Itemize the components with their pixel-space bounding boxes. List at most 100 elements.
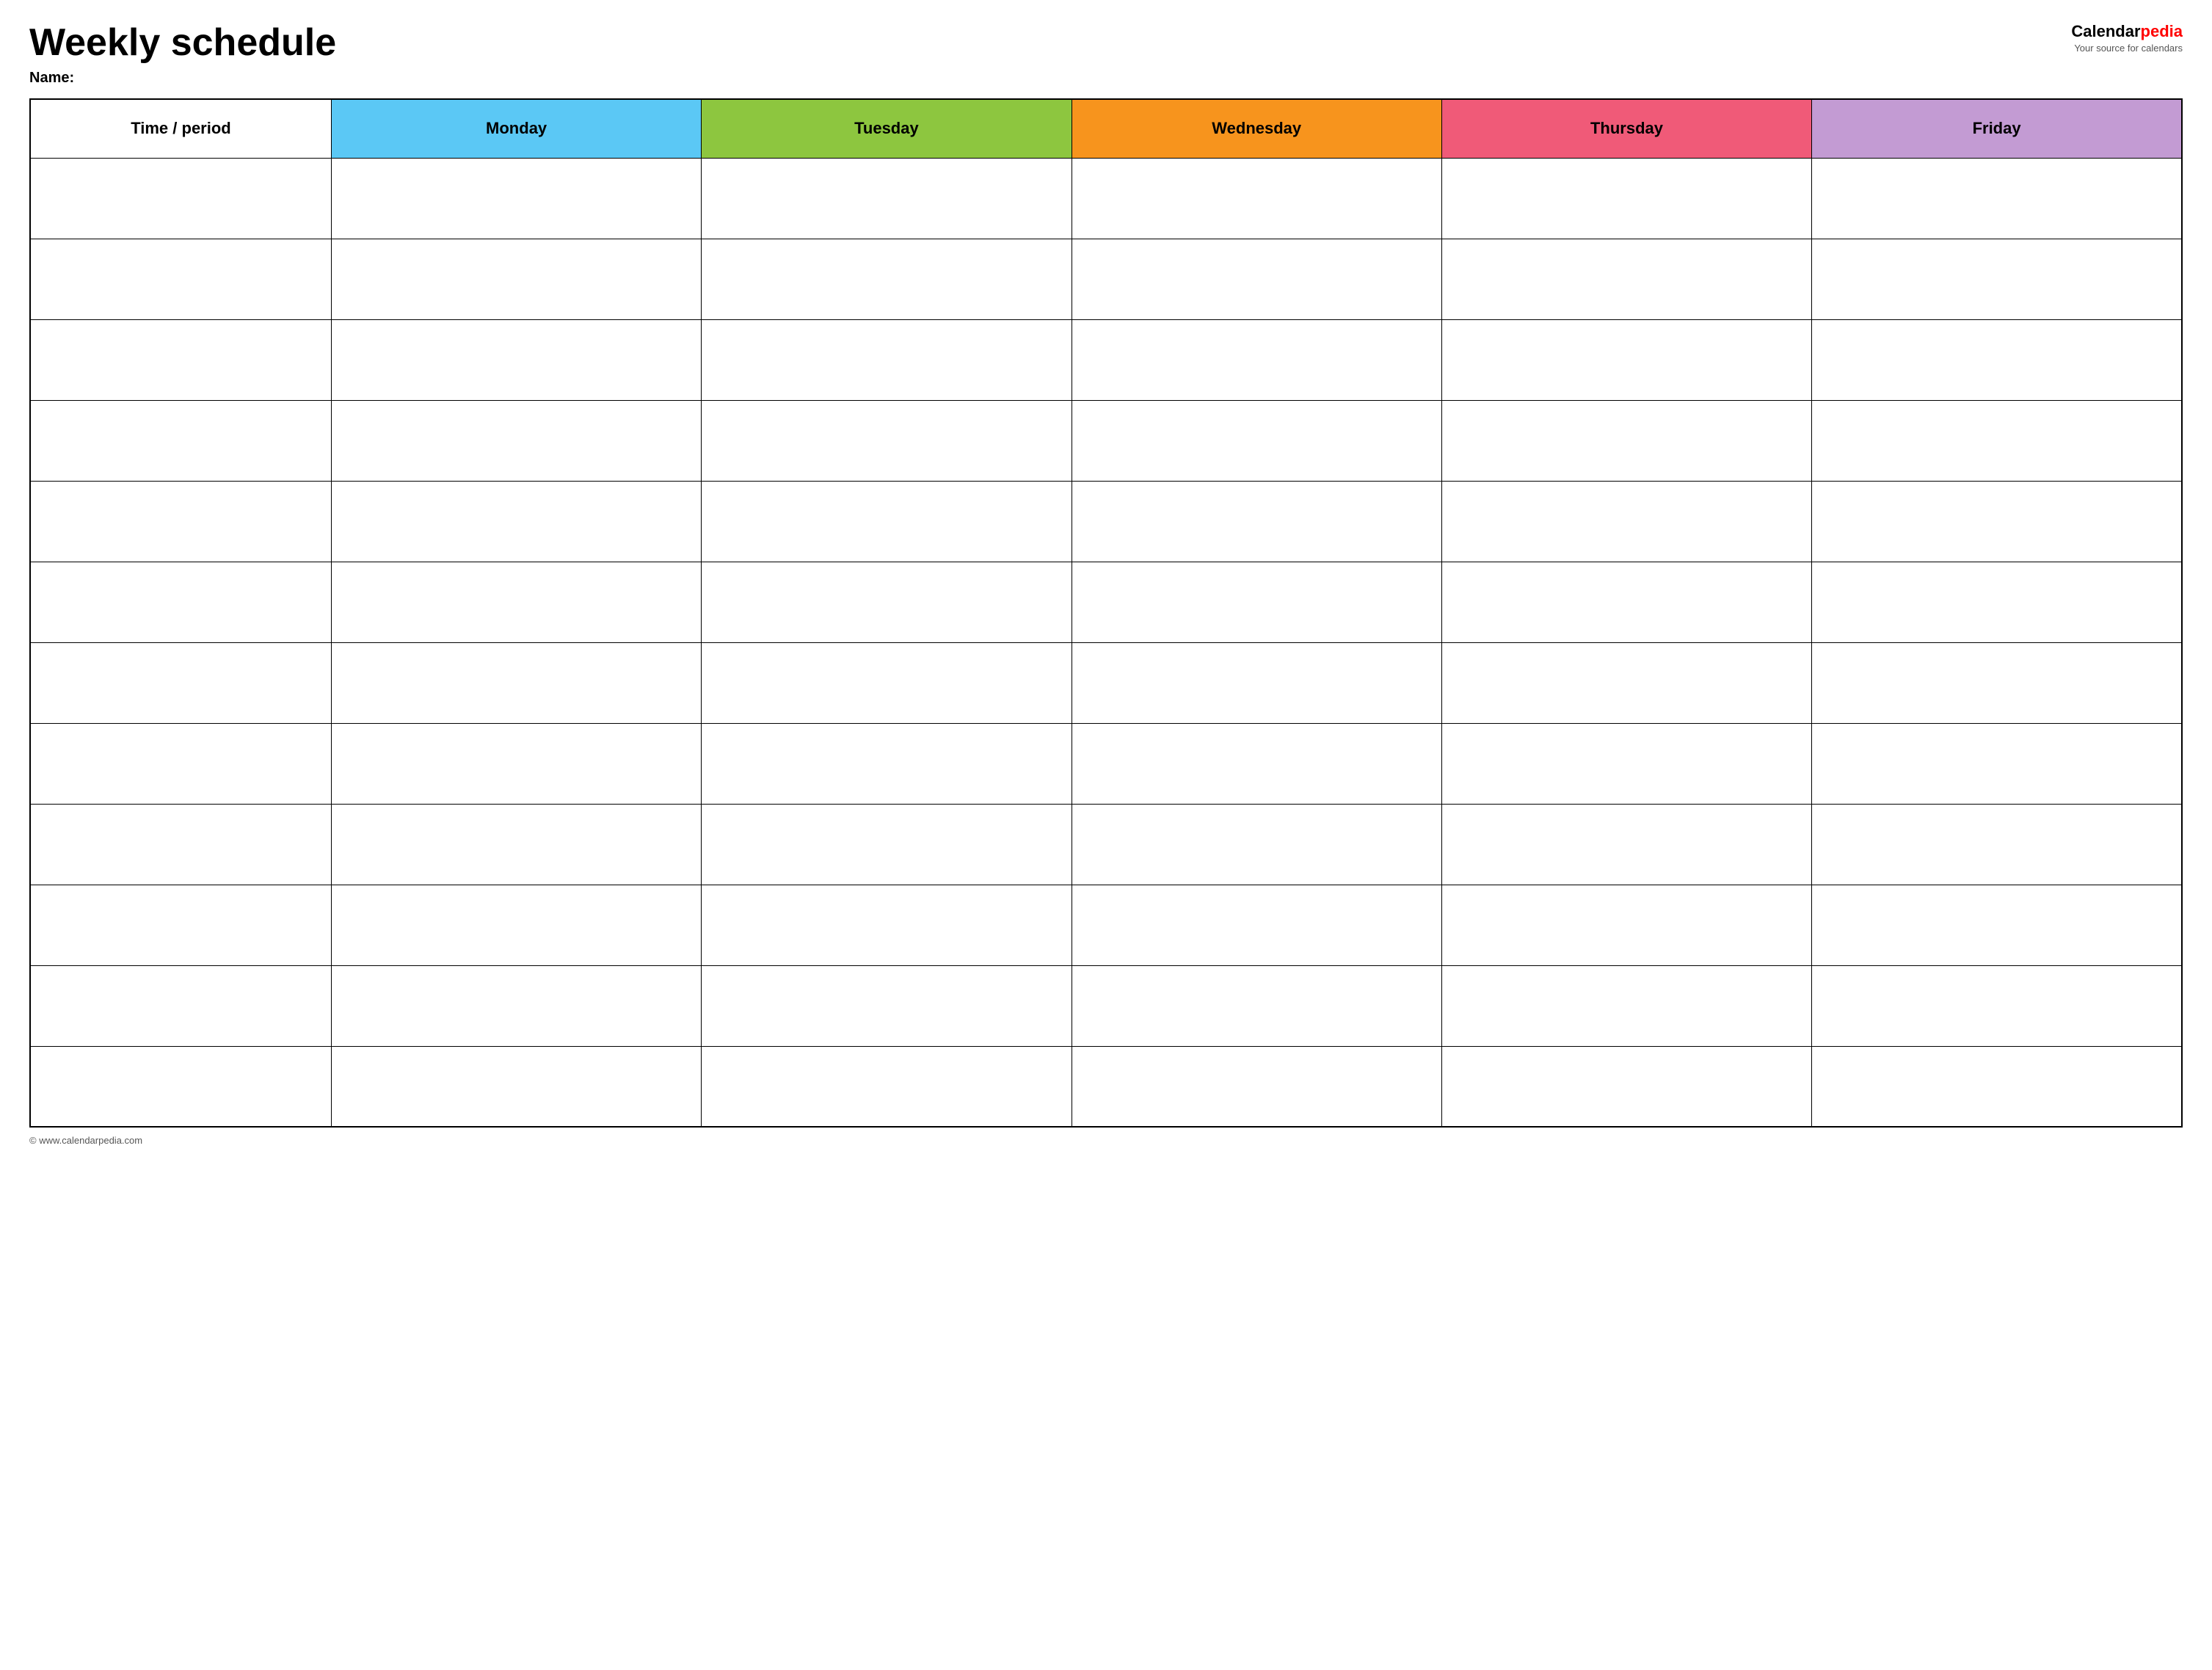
schedule-cell[interactable]	[331, 239, 701, 319]
schedule-cell[interactable]	[331, 642, 701, 723]
schedule-cell[interactable]	[1441, 642, 1811, 723]
schedule-cell[interactable]	[1072, 400, 1441, 481]
table-row	[30, 1046, 2182, 1127]
schedule-cell[interactable]	[1072, 319, 1441, 400]
schedule-cell[interactable]	[702, 158, 1072, 239]
schedule-cell[interactable]	[1072, 562, 1441, 642]
schedule-cell[interactable]	[1812, 562, 2182, 642]
time-cell[interactable]	[30, 319, 331, 400]
time-cell[interactable]	[30, 642, 331, 723]
schedule-cell[interactable]	[1441, 562, 1811, 642]
schedule-cell[interactable]	[1812, 965, 2182, 1046]
col-header-wednesday: Wednesday	[1072, 99, 1441, 158]
page-title: Weekly schedule	[29, 22, 2056, 64]
schedule-cell[interactable]	[1441, 804, 1811, 885]
schedule-cell[interactable]	[702, 319, 1072, 400]
time-cell[interactable]	[30, 158, 331, 239]
schedule-cell[interactable]	[1441, 723, 1811, 804]
schedule-cell[interactable]	[702, 562, 1072, 642]
table-row	[30, 885, 2182, 965]
schedule-cell[interactable]	[1441, 239, 1811, 319]
schedule-cell[interactable]	[1072, 804, 1441, 885]
schedule-cell[interactable]	[702, 885, 1072, 965]
schedule-cell[interactable]	[331, 481, 701, 562]
col-header-friday: Friday	[1812, 99, 2182, 158]
schedule-cell[interactable]	[1072, 885, 1441, 965]
schedule-cell[interactable]	[1812, 885, 2182, 965]
schedule-cell[interactable]	[1441, 319, 1811, 400]
logo-section: Calendarpedia Your source for calendars	[2071, 22, 2183, 54]
schedule-cell[interactable]	[702, 400, 1072, 481]
schedule-cell[interactable]	[331, 804, 701, 885]
schedule-cell[interactable]	[331, 158, 701, 239]
schedule-cell[interactable]	[1812, 158, 2182, 239]
schedule-cell[interactable]	[1072, 642, 1441, 723]
schedule-cell[interactable]	[331, 562, 701, 642]
schedule-cell[interactable]	[702, 723, 1072, 804]
time-cell[interactable]	[30, 562, 331, 642]
schedule-cell[interactable]	[1812, 400, 2182, 481]
col-header-monday: Monday	[331, 99, 701, 158]
time-cell[interactable]	[30, 965, 331, 1046]
schedule-cell[interactable]	[331, 319, 701, 400]
table-row	[30, 239, 2182, 319]
schedule-cell[interactable]	[1812, 239, 2182, 319]
table-row	[30, 562, 2182, 642]
title-section: Weekly schedule Name:	[29, 22, 2056, 87]
table-row	[30, 804, 2182, 885]
schedule-cell[interactable]	[1072, 239, 1441, 319]
schedule-cell[interactable]	[1072, 158, 1441, 239]
schedule-cell[interactable]	[1441, 1046, 1811, 1127]
table-row	[30, 319, 2182, 400]
footer: © www.calendarpedia.com	[29, 1135, 2183, 1146]
schedule-cell[interactable]	[331, 1046, 701, 1127]
logo-tagline: Your source for calendars	[2071, 43, 2183, 54]
time-cell[interactable]	[30, 1046, 331, 1127]
logo-text: Calendarpedia	[2071, 22, 2183, 41]
schedule-cell[interactable]	[1812, 642, 2182, 723]
schedule-cell[interactable]	[1812, 1046, 2182, 1127]
schedule-cell[interactable]	[702, 1046, 1072, 1127]
logo-calendar-part: Calendar	[2071, 22, 2140, 40]
schedule-cell[interactable]	[331, 965, 701, 1046]
schedule-cell[interactable]	[1441, 400, 1811, 481]
schedule-cell[interactable]	[702, 239, 1072, 319]
schedule-cell[interactable]	[1441, 885, 1811, 965]
schedule-cell[interactable]	[1072, 1046, 1441, 1127]
time-cell[interactable]	[30, 239, 331, 319]
time-cell[interactable]	[30, 481, 331, 562]
time-cell[interactable]	[30, 804, 331, 885]
footer-url: © www.calendarpedia.com	[29, 1135, 142, 1146]
schedule-cell[interactable]	[331, 723, 701, 804]
name-label: Name:	[29, 70, 2056, 87]
table-row	[30, 965, 2182, 1046]
time-cell[interactable]	[30, 885, 331, 965]
schedule-cell[interactable]	[1072, 481, 1441, 562]
col-header-tuesday: Tuesday	[702, 99, 1072, 158]
table-row	[30, 642, 2182, 723]
time-cell[interactable]	[30, 723, 331, 804]
schedule-cell[interactable]	[1441, 481, 1811, 562]
time-cell[interactable]	[30, 400, 331, 481]
schedule-cell[interactable]	[1441, 158, 1811, 239]
col-header-time: Time / period	[30, 99, 331, 158]
schedule-cell[interactable]	[1812, 723, 2182, 804]
schedule-cell[interactable]	[1441, 965, 1811, 1046]
schedule-cell[interactable]	[1812, 319, 2182, 400]
header: Weekly schedule Name: Calendarpedia Your…	[29, 22, 2183, 87]
schedule-cell[interactable]	[331, 400, 701, 481]
schedule-cell[interactable]	[702, 965, 1072, 1046]
table-header-row: Time / period Monday Tuesday Wednesday T…	[30, 99, 2182, 158]
schedule-tbody	[30, 158, 2182, 1127]
schedule-cell[interactable]	[702, 481, 1072, 562]
table-row	[30, 400, 2182, 481]
schedule-cell[interactable]	[702, 804, 1072, 885]
schedule-cell[interactable]	[1072, 723, 1441, 804]
schedule-cell[interactable]	[1812, 481, 2182, 562]
table-row	[30, 158, 2182, 239]
schedule-cell[interactable]	[1072, 965, 1441, 1046]
schedule-cell[interactable]	[702, 642, 1072, 723]
schedule-cell[interactable]	[1812, 804, 2182, 885]
logo-pedia-part: pedia	[2141, 22, 2183, 40]
schedule-cell[interactable]	[331, 885, 701, 965]
